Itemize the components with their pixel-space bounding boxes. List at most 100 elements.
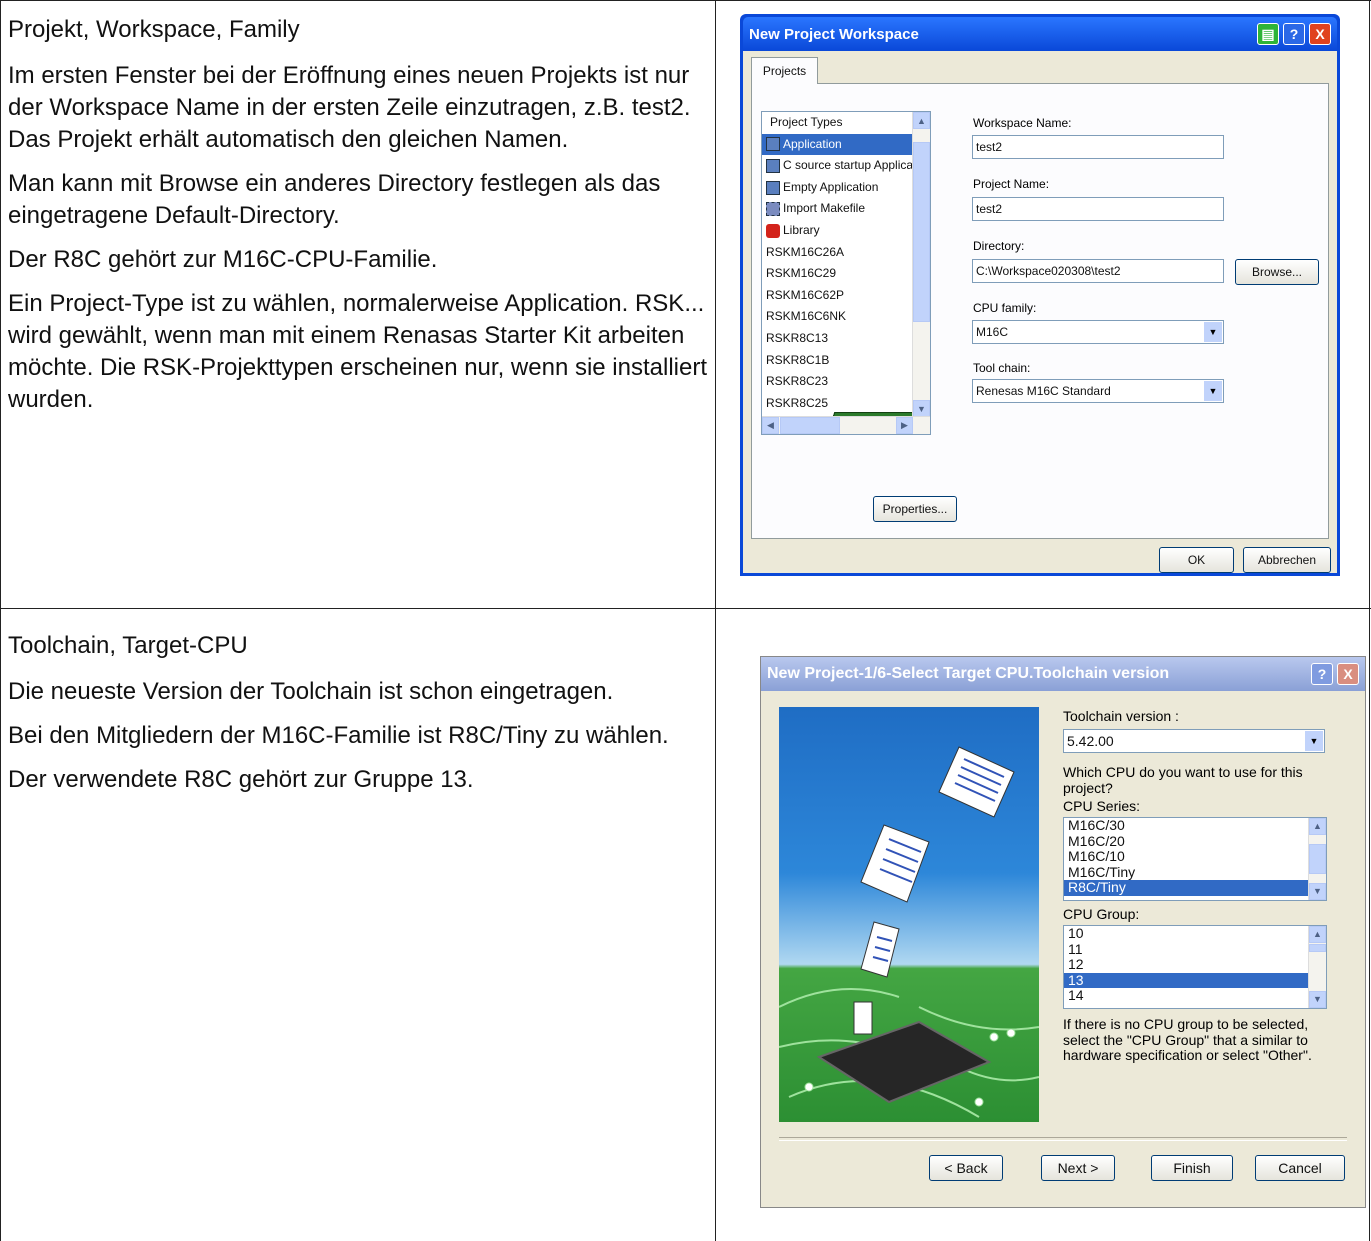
section1-text: Projekt, Workspace, Family Im ersten Fen… [8, 14, 708, 428]
list-item[interactable]: RSKM16C29 [762, 263, 930, 434]
scroll-thumb[interactable] [913, 142, 930, 322]
list-item[interactable]: RSKR8C13 [762, 328, 930, 434]
cpu-group-hint: If there is no CPU group to be selected,… [1063, 1016, 1312, 1063]
application-icon [766, 137, 780, 152]
section2-paragraph: Bei den Mitgliedern der M16C-Familie ist… [8, 722, 669, 749]
dialog-client-area: Projects Project Types Application C sour… [743, 51, 1337, 573]
list-item[interactable]: Library [762, 220, 930, 242]
scroll-up-icon[interactable]: ▲ [1309, 926, 1326, 943]
cpu-series-list[interactable]: M16C/30 M16C/20 M16C/10 M16C/Tiny R8C/Tiny ▲… [1063, 817, 1327, 901]
list-item[interactable]: RSKR8C23 [762, 371, 930, 434]
list-item[interactable]: 10 [1064, 926, 1326, 942]
print-icon[interactable]: ▤ [1257, 23, 1279, 45]
toolchain-version-value: 5.42.00 [1067, 733, 1114, 749]
tool-chain-select[interactable]: Renesas M16C Standard ▼ [972, 379, 1224, 403]
cpu-group-label: CPU Group: [1063, 906, 1140, 922]
list-item-label: RSKM16C29 [766, 266, 837, 281]
list-item[interactable]: Import Makefile [762, 198, 930, 220]
browse-button[interactable]: Browse... [1235, 259, 1319, 285]
project-name-input[interactable]: test2 [972, 197, 1224, 221]
list-item[interactable]: M16C/10 [1064, 848, 1326, 865]
ok-button[interactable]: OK [1159, 547, 1234, 573]
project-types-list[interactable]: Project Types Application C source startu… [761, 111, 931, 435]
list-item[interactable]: Application [762, 133, 930, 156]
workspace-name-input[interactable]: test2 [972, 135, 1224, 159]
list-item-label: RSKR8C23 [766, 374, 829, 389]
list-item[interactable]: RSKR8C1B [762, 350, 930, 434]
list-item[interactable]: 13 [1064, 972, 1326, 988]
table-border-left [0, 0, 1, 1241]
list-item-label: Import Makefile [783, 201, 866, 216]
tab-projects[interactable]: Projects [751, 57, 818, 84]
help-button[interactable]: ? [1311, 663, 1333, 685]
scroll-right-icon[interactable]: ▶ [896, 417, 913, 434]
dialog-titlebar[interactable]: New Project Workspace ▤ ? X [743, 17, 1337, 51]
dropdown-arrow-icon[interactable]: ▼ [1305, 731, 1323, 751]
dropdown-arrow-icon[interactable]: ▼ [1204, 322, 1222, 342]
toolchain-version-select[interactable]: 5.42.00 ▼ [1063, 729, 1325, 753]
cpu-series-label: CPU Series: [1063, 798, 1141, 814]
list-item[interactable]: C source startup Applicatio [762, 155, 930, 177]
dropdown-arrow-icon[interactable]: ▼ [1204, 381, 1222, 401]
next-button[interactable]: Next > [1041, 1155, 1115, 1181]
makefile-icon [766, 202, 780, 217]
wizard-illustration [779, 707, 1039, 1122]
vertical-scrollbar[interactable]: ▲ ▼ [1308, 926, 1326, 1008]
vertical-scrollbar[interactable]: ▲ ▼ [1308, 818, 1326, 900]
list-item[interactable]: RSKM16C62P [762, 285, 930, 434]
list-item[interactable]: M16C/Tiny [1064, 864, 1326, 881]
scroll-down-icon[interactable]: ▼ [1309, 883, 1326, 900]
project-types-label: Project Types [770, 115, 843, 129]
help-button[interactable]: ? [1283, 23, 1305, 45]
close-button[interactable]: X [1309, 23, 1331, 45]
list-item[interactable]: 12 [1064, 956, 1326, 973]
cpu-family-select[interactable]: M16C ▼ [972, 320, 1224, 344]
section1-paragraph: Ein Project-Type ist zu wählen, normaler… [8, 290, 707, 413]
properties-button[interactable]: Properties... [873, 496, 957, 522]
list-item[interactable]: R8C/Tiny [1064, 879, 1326, 896]
scroll-left-icon[interactable]: ◀ [762, 417, 779, 434]
finish-button[interactable]: Finish [1151, 1155, 1233, 1181]
list-item-label: RSKM16C26A [766, 244, 845, 259]
cancel-button[interactable]: Cancel [1255, 1155, 1345, 1181]
list-item-label: Library [783, 222, 820, 237]
tool-chain-value: Renesas M16C Standard [976, 384, 1111, 398]
tool-chain-label: Tool chain: [973, 361, 1031, 375]
list-item-label: Empty Application [783, 179, 879, 194]
section1-heading: Projekt, Workspace, Family [8, 16, 300, 43]
directory-input[interactable]: C:\Workspace020308\test2 [972, 259, 1224, 283]
scroll-thumb[interactable] [1309, 844, 1326, 874]
directory-label: Directory: [973, 239, 1025, 253]
list-item[interactable]: Empty Application [762, 177, 930, 199]
toolchain-version-label: Toolchain version : [1063, 708, 1179, 724]
vertical-scrollbar[interactable]: ▲ ▼ [912, 112, 930, 417]
cpu-family-label: CPU family: [973, 301, 1037, 315]
section1-paragraph: Im ersten Fenster bei der Eröffnung eine… [8, 62, 691, 153]
list-item[interactable]: RSKM16C6NK [762, 306, 930, 434]
cancel-button[interactable]: Abbrechen [1243, 547, 1331, 573]
scroll-up-icon[interactable]: ▲ [1309, 818, 1326, 835]
section2-paragraph: Die neueste Version der Toolchain ist sc… [8, 678, 614, 705]
list-item-label: RSKR8C1B [766, 352, 830, 367]
cpu-group-list[interactable]: 10 11 12 13 14 ▲ ▼ [1063, 925, 1327, 1009]
application-icon [766, 180, 780, 195]
dialog-title: New Project Workspace [749, 25, 919, 43]
scroll-thumb[interactable] [1309, 944, 1326, 952]
scroll-down-icon[interactable]: ▼ [1309, 991, 1326, 1008]
scroll-down-icon[interactable]: ▼ [913, 400, 930, 417]
close-button[interactable]: X [1337, 663, 1359, 685]
dialog-titlebar[interactable]: New Project-1/6-Select Target CPU.Toolch… [761, 657, 1365, 691]
section2-paragraph: Der verwendete R8C gehört zur Gruppe 13. [8, 766, 474, 793]
list-item[interactable]: 14 [1064, 987, 1326, 1004]
list-item-label: RSKR8C25 [766, 395, 829, 410]
horizontal-scrollbar[interactable]: ◀ ▶ [762, 416, 930, 434]
list-item-label: RSKM16C6NK [766, 309, 847, 324]
hscroll-thumb[interactable] [780, 417, 840, 434]
list-item[interactable]: 11 [1064, 941, 1326, 958]
scroll-up-icon[interactable]: ▲ [913, 112, 930, 129]
list-item[interactable]: M16C/30 [1064, 818, 1326, 834]
section1-paragraph: Man kann mit Browse ein anderes Director… [8, 170, 661, 229]
list-item[interactable]: RSKM16C26A [762, 242, 930, 434]
list-item[interactable]: M16C/20 [1064, 833, 1326, 850]
back-button[interactable]: < Back [929, 1155, 1003, 1181]
